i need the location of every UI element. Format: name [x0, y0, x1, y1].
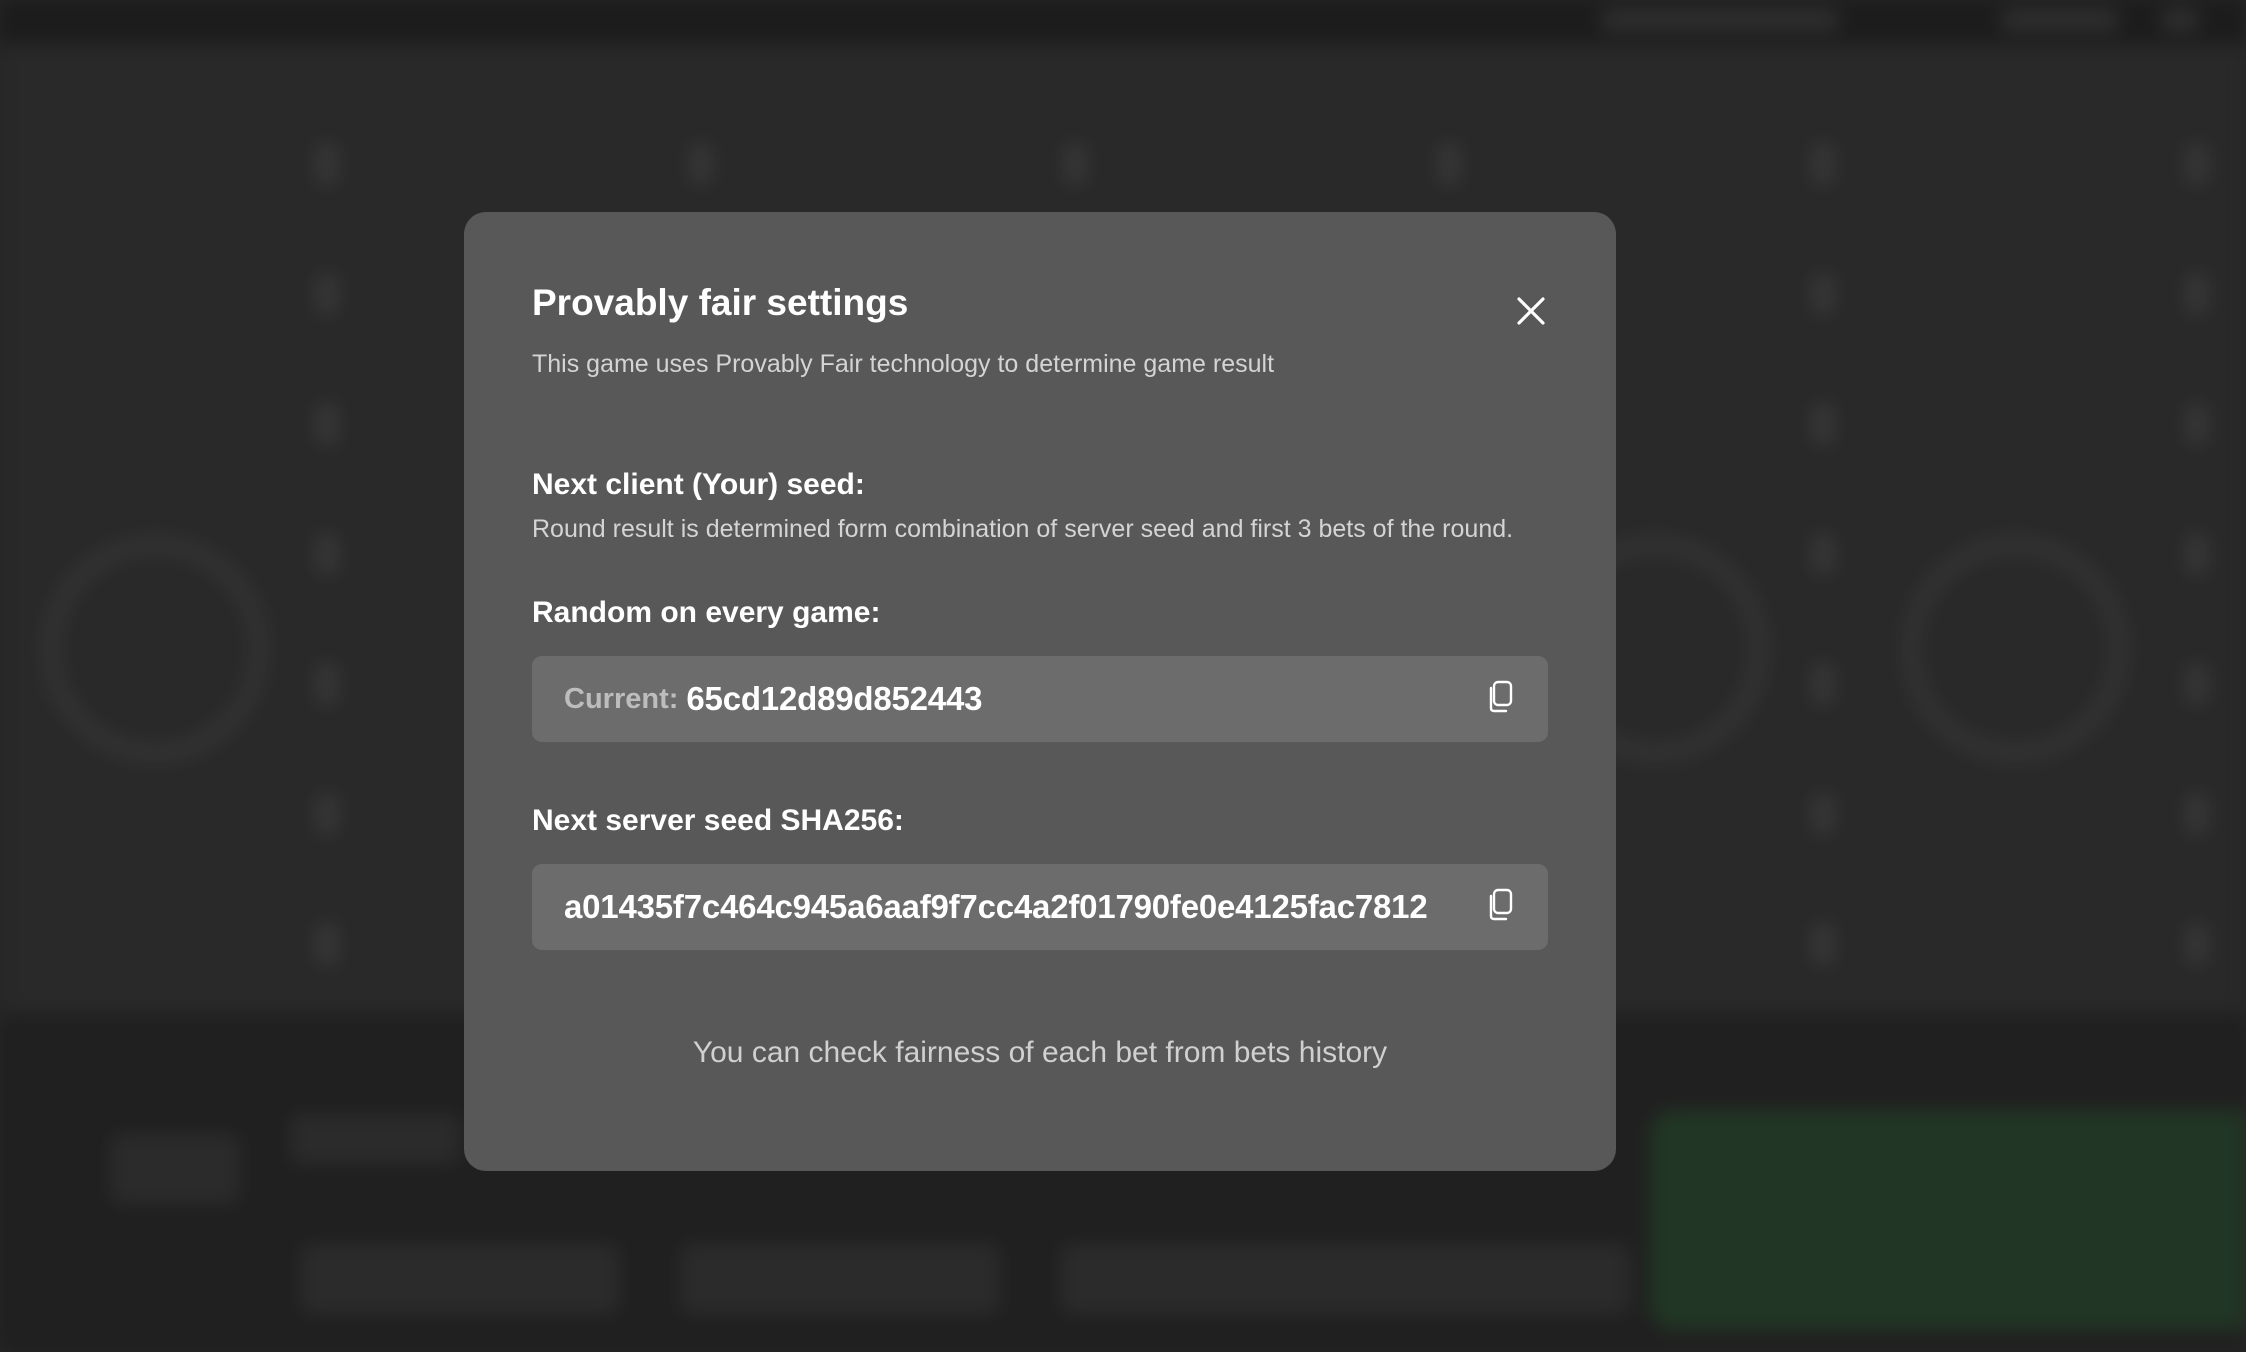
copy-client-seed-button[interactable] — [1486, 680, 1514, 714]
random-mode-label: Random on every game: — [532, 596, 881, 629]
server-seed-label: Next server seed SHA256: — [532, 804, 904, 837]
client-seed-value: 65cd12d89d852443 — [686, 680, 983, 717]
close-button[interactable] — [1514, 294, 1548, 328]
modal-title: Provably fair settings — [532, 282, 909, 323]
client-seed-prefix: Current: — [564, 682, 679, 715]
client-seed-label: Next client (Your) seed: — [532, 468, 865, 501]
copy-server-seed-button[interactable] — [1486, 888, 1514, 922]
modal-subtitle: This game uses Provably Fair technology … — [532, 350, 1275, 378]
fairness-footer-note: You can check fairness of each bet from … — [692, 1036, 1388, 1069]
client-seed-description: Round result is determined form combinat… — [532, 515, 1514, 543]
client-seed-field: Current: 65cd12d89d852443 — [532, 656, 1548, 742]
provably-fair-modal: Provably fair settings This game uses Pr… — [464, 212, 1616, 1171]
copy-icon — [1489, 680, 1513, 713]
server-seed-field: a01435f7c464c945a6aaf9f7cc4a2f01790fe0e4… — [532, 864, 1548, 950]
close-icon — [1517, 297, 1545, 325]
server-seed-value: a01435f7c464c945a6aaf9f7cc4a2f01790fe0e4… — [564, 888, 1428, 925]
copy-icon — [1489, 888, 1513, 921]
